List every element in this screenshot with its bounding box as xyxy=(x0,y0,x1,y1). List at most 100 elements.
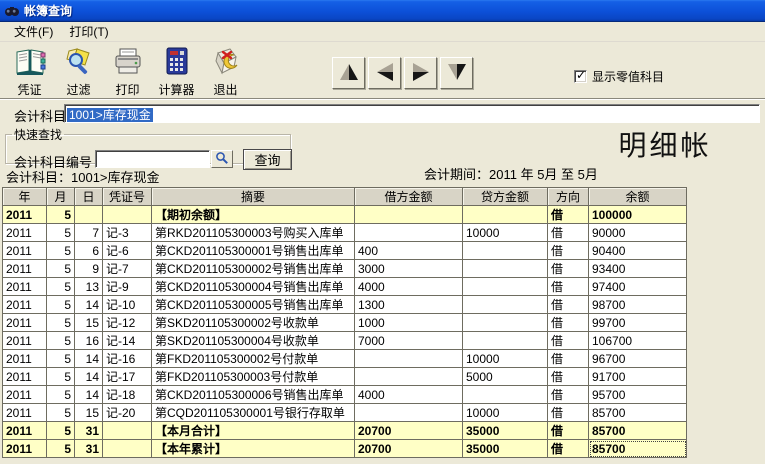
cell-debit[interactable]: 7000 xyxy=(355,332,463,350)
cell-summary[interactable]: 第SKD201105300002号收款单 xyxy=(152,314,355,332)
cell-credit[interactable] xyxy=(463,296,548,314)
cell-day[interactable]: 14 xyxy=(75,368,103,386)
cell-credit[interactable] xyxy=(463,242,548,260)
table-row[interactable]: 20115【期初余额】借100000 xyxy=(3,206,687,224)
cell-day[interactable]: 13 xyxy=(75,278,103,296)
table-row[interactable]: 2011514记-17第FKD201105300003号付款单5000借9170… xyxy=(3,368,687,386)
cell-month[interactable]: 5 xyxy=(47,296,75,314)
table-row[interactable]: 201156记-6第CKD201105300001号销售出库单400借90400 xyxy=(3,242,687,260)
cell-summary[interactable]: 第CQD201105300001号银行存取单 xyxy=(152,404,355,422)
cell-balance[interactable]: 85700 xyxy=(589,422,687,440)
cell-voucher[interactable]: 记-7 xyxy=(103,260,152,278)
cell-month[interactable]: 5 xyxy=(47,278,75,296)
cell-direction[interactable]: 借 xyxy=(548,368,589,386)
cell-day[interactable]: 16 xyxy=(75,332,103,350)
cell-month[interactable]: 5 xyxy=(47,242,75,260)
cell-year[interactable]: 2011 xyxy=(3,350,47,368)
last-record-button[interactable] xyxy=(440,57,473,89)
cell-debit[interactable] xyxy=(355,206,463,224)
cell-direction[interactable]: 借 xyxy=(548,350,589,368)
cell-voucher[interactable] xyxy=(103,440,152,458)
cell-month[interactable]: 5 xyxy=(47,368,75,386)
cell-summary[interactable]: 【期初余额】 xyxy=(152,206,355,224)
cell-year[interactable]: 2011 xyxy=(3,260,47,278)
first-record-button[interactable] xyxy=(332,57,365,89)
print-button[interactable]: 打印 xyxy=(104,44,151,96)
cell-balance[interactable]: 93400 xyxy=(589,260,687,278)
cell-year[interactable]: 2011 xyxy=(3,296,47,314)
table-row[interactable]: 2011515记-20第CQD201105300001号银行存取单10000借8… xyxy=(3,404,687,422)
header-direction[interactable]: 方向 xyxy=(548,188,589,206)
cell-debit[interactable]: 4000 xyxy=(355,278,463,296)
cell-balance[interactable]: 90400 xyxy=(589,242,687,260)
cell-year[interactable]: 2011 xyxy=(3,404,47,422)
cell-voucher[interactable]: 记-20 xyxy=(103,404,152,422)
cell-voucher[interactable]: 记-3 xyxy=(103,224,152,242)
cell-balance[interactable]: 85700 xyxy=(589,440,687,458)
header-summary[interactable]: 摘要 xyxy=(152,188,355,206)
menu-file[interactable]: 文件(F) xyxy=(6,21,61,42)
cell-month[interactable]: 5 xyxy=(47,440,75,458)
cell-day[interactable]: 15 xyxy=(75,314,103,332)
header-debit[interactable]: 借方金额 xyxy=(355,188,463,206)
cell-debit[interactable]: 1300 xyxy=(355,296,463,314)
cell-summary[interactable]: 第CKD201105300005号销售出库单 xyxy=(152,296,355,314)
cell-voucher[interactable]: 记-9 xyxy=(103,278,152,296)
show-zero-subjects-checkbox[interactable]: 显示零值科目 xyxy=(574,68,664,85)
cell-balance[interactable]: 90000 xyxy=(589,224,687,242)
cell-day[interactable]: 9 xyxy=(75,260,103,278)
cell-balance[interactable]: 91700 xyxy=(589,368,687,386)
cell-summary[interactable]: 【本月合计】 xyxy=(152,422,355,440)
cell-voucher[interactable] xyxy=(103,422,152,440)
cell-voucher[interactable]: 记-6 xyxy=(103,242,152,260)
cell-credit[interactable]: 35000 xyxy=(463,440,548,458)
cell-credit[interactable] xyxy=(463,332,548,350)
cell-year[interactable]: 2011 xyxy=(3,242,47,260)
table-row[interactable]: 2011516记-14第SKD201105300004号收款单7000借1067… xyxy=(3,332,687,350)
cell-voucher[interactable]: 记-12 xyxy=(103,314,152,332)
cell-voucher[interactable]: 记-18 xyxy=(103,386,152,404)
table-row[interactable]: 2011531【本年累计】2070035000借85700 xyxy=(3,440,687,458)
header-month[interactable]: 月 xyxy=(47,188,75,206)
cell-month[interactable]: 5 xyxy=(47,332,75,350)
cell-direction[interactable]: 借 xyxy=(548,332,589,350)
filter-button[interactable]: 过滤 xyxy=(55,44,102,96)
cell-year[interactable]: 2011 xyxy=(3,386,47,404)
cell-summary[interactable]: 第CKD201105300004号销售出库单 xyxy=(152,278,355,296)
exit-button[interactable]: 退出 xyxy=(202,44,249,96)
header-day[interactable]: 日 xyxy=(75,188,103,206)
cell-year[interactable]: 2011 xyxy=(3,314,47,332)
cell-debit[interactable]: 3000 xyxy=(355,260,463,278)
cell-credit[interactable]: 10000 xyxy=(463,350,548,368)
cell-voucher[interactable]: 记-17 xyxy=(103,368,152,386)
cell-summary[interactable]: 第CKD201105300006号销售出库单 xyxy=(152,386,355,404)
cell-year[interactable]: 2011 xyxy=(3,368,47,386)
cell-balance[interactable]: 100000 xyxy=(589,206,687,224)
cell-summary[interactable]: 第RKD201105300003号购买入库单 xyxy=(152,224,355,242)
header-balance[interactable]: 余额 xyxy=(589,188,687,206)
table-row[interactable]: 2011515记-12第SKD201105300002号收款单1000借9970… xyxy=(3,314,687,332)
cell-month[interactable]: 5 xyxy=(47,386,75,404)
cell-credit[interactable]: 10000 xyxy=(463,224,548,242)
cell-direction[interactable]: 借 xyxy=(548,206,589,224)
cell-voucher[interactable]: 记-16 xyxy=(103,350,152,368)
cell-debit[interactable] xyxy=(355,368,463,386)
cell-credit[interactable] xyxy=(463,314,548,332)
cell-balance[interactable]: 95700 xyxy=(589,386,687,404)
voucher-button[interactable]: 凭证 xyxy=(6,44,53,96)
header-year[interactable]: 年 xyxy=(3,188,47,206)
cell-credit[interactable] xyxy=(463,260,548,278)
cell-year[interactable]: 2011 xyxy=(3,422,47,440)
cell-debit[interactable] xyxy=(355,350,463,368)
cell-debit[interactable]: 4000 xyxy=(355,386,463,404)
subject-code-input[interactable] xyxy=(95,150,210,168)
cell-credit[interactable] xyxy=(463,206,548,224)
cell-direction[interactable]: 借 xyxy=(548,296,589,314)
menu-print[interactable]: 打印(T) xyxy=(61,21,116,42)
cell-month[interactable]: 5 xyxy=(47,206,75,224)
subject-selector-field[interactable]: 1001>库存现金 xyxy=(64,104,760,123)
table-row[interactable]: 2011514记-16第FKD201105300002号付款单10000借967… xyxy=(3,350,687,368)
cell-direction[interactable]: 借 xyxy=(548,242,589,260)
cell-voucher[interactable]: 记-10 xyxy=(103,296,152,314)
table-row[interactable]: 2011513记-9第CKD201105300004号销售出库单4000借974… xyxy=(3,278,687,296)
